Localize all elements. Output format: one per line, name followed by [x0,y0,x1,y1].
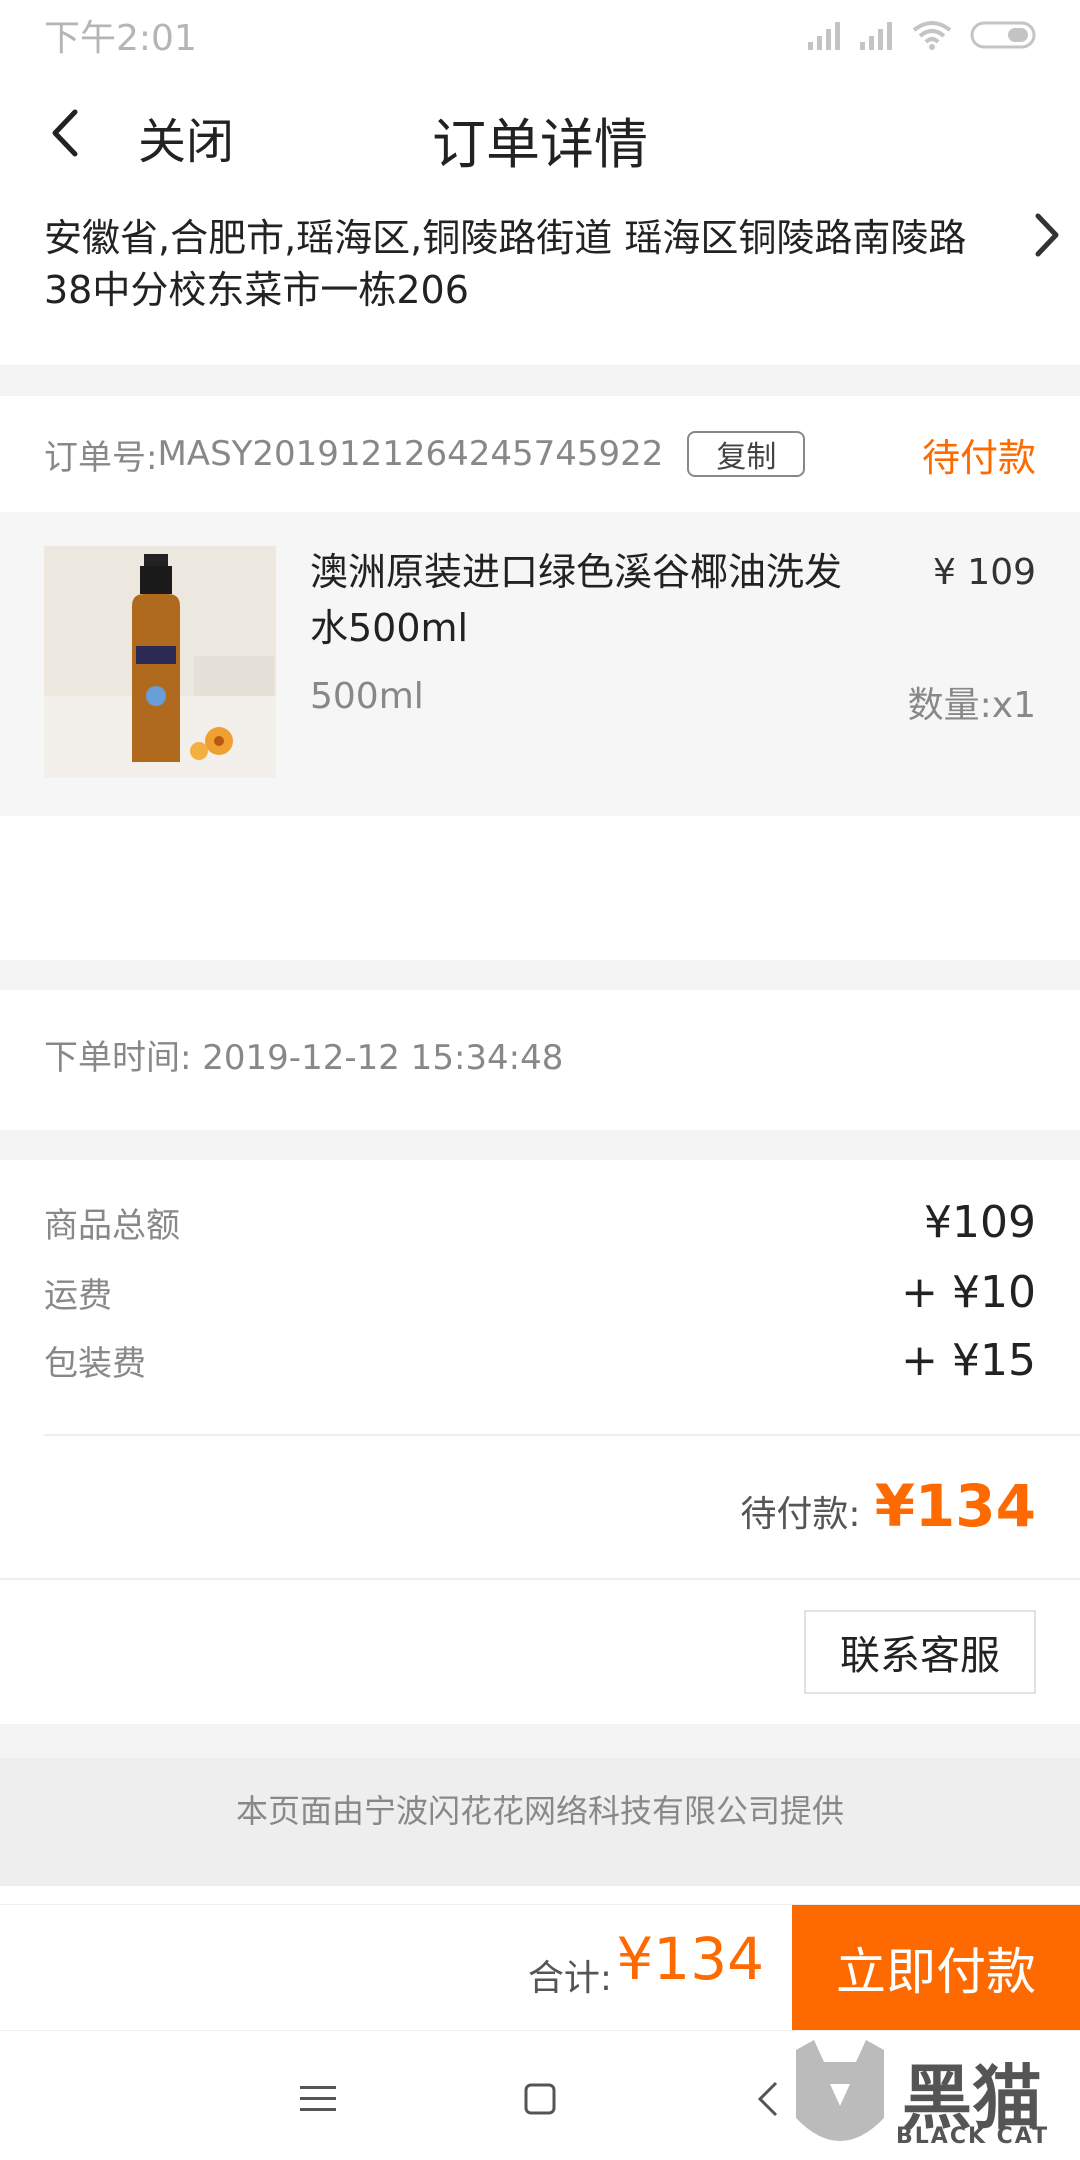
fee-label: 商品总额 [44,1205,180,1246]
order-time-label: 下单时间: [44,1038,192,1078]
address-text: 安徽省,合肥市,瑶海区,铜陵路街道 瑶海区铜陵路南陵路38中分校东菜市一栋206 [44,216,967,312]
section-divider [0,1130,1080,1160]
fee-value: + ¥10 [901,1266,1036,1318]
signal-icon-2 [860,22,892,50]
order-number-row: 订单号: MASY2019121264245745922 复制 待付款 [0,396,1080,512]
chevron-right-icon [1035,213,1059,257]
fee-value: ¥109 [924,1196,1036,1248]
total-label: 合计: [527,1958,612,1999]
pay-now-button[interactable]: 立即付款 [792,1905,1080,2031]
product-item[interactable]: 澳洲原装进口绿色溪谷椰油洗发水500ml ¥ 109 500ml 数量:x1 [0,512,1080,816]
total-amount: ¥134 [616,1925,764,1993]
status-time: 下午2:01 [44,18,197,59]
black-cat-logo-icon [796,2040,884,2141]
fee-row: 包装费 + ¥15 [44,1330,1036,1390]
order-time-value: 2019-12-12 15:34:48 [202,1038,564,1078]
wifi-icon [912,21,952,50]
product-price: ¥ 109 [932,552,1036,593]
product-name: 澳洲原装进口绿色溪谷椰油洗发水500ml [310,550,843,650]
product-spec: 500ml [310,676,424,717]
header: 关闭 订单详情 [0,70,1080,200]
divider [44,1434,1080,1436]
menu-button[interactable] [290,2071,346,2127]
signal-icon [808,22,840,50]
page-title: 订单详情 [432,113,648,176]
back-arrow-icon [757,2081,778,2117]
home-button[interactable] [512,2071,568,2127]
bottom-pay-bar: 合计: ¥134 立即付款 [0,1904,1080,2031]
watermark: 黑猫 BLACK CAT [790,2040,1070,2160]
section-divider [0,365,1080,396]
status-bar: 下午2:01 [0,0,1080,70]
amount-due-row: 待付款: ¥134 [740,1472,1036,1540]
battery-icon [970,21,1036,49]
provider-note: 本页面由宁波闪花花网络科技有限公司提供 [0,1758,1080,1886]
copy-button[interactable]: 复制 [687,431,806,477]
system-back-button[interactable] [740,2071,796,2127]
section-divider [0,960,1080,990]
shipping-address[interactable]: 安徽省,合肥市,瑶海区,铜陵路街道 瑶海区铜陵路南陵路38中分校东菜市一栋206 [0,200,1080,365]
home-icon [524,2083,556,2115]
fee-value: + ¥15 [901,1334,1036,1386]
order-number: MASY2019121264245745922 [157,434,664,474]
fee-row: 商品总额 ¥109 [44,1192,1036,1252]
product-quantity: 数量:x1 [907,685,1036,726]
order-time: 下单时间: 2019-12-12 15:34:48 [0,990,1080,1130]
watermark-en: BLACK CAT [896,2124,1050,2149]
fee-row: 运费 + ¥10 [44,1262,1036,1322]
status-icons [808,20,1036,50]
contact-service-button[interactable]: 联系客服 [804,1610,1036,1694]
amount-due-label: 待付款: [740,1494,861,1535]
fee-label: 运费 [44,1275,112,1316]
menu-icon [300,2086,336,2111]
divider [0,1578,1080,1580]
fee-label: 包装费 [44,1343,146,1384]
order-number-label: 订单号: [44,437,158,478]
section-divider [0,1724,1080,1758]
product-image [44,546,276,778]
order-status: 待付款 [921,435,1036,480]
amount-due-value: ¥134 [874,1472,1036,1540]
